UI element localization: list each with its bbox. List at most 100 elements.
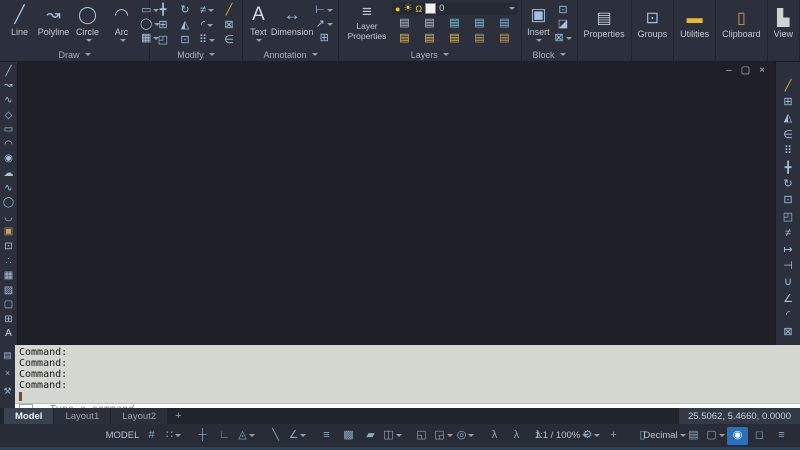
- snap-icon[interactable]: ∷: [163, 427, 184, 445]
- copy-icon[interactable]: ⊞: [776, 94, 800, 110]
- dropdown-caret-icon[interactable]: [327, 23, 333, 26]
- ortho-icon[interactable]: ∟: [214, 427, 235, 445]
- dropdown-caret-icon[interactable]: [175, 434, 181, 437]
- stretch-icon[interactable]: ◰: [158, 34, 168, 47]
- dropdown-caret-icon[interactable]: [719, 434, 725, 437]
- hatch-icon[interactable]: ▦: [0, 268, 17, 283]
- lineweight-icon[interactable]: ≡: [316, 427, 337, 445]
- dropdown-caret-icon[interactable]: [468, 434, 474, 437]
- dimension-tool-icon[interactable]: ▤: [3, 349, 12, 362]
- move-icon[interactable]: ╋: [776, 160, 800, 176]
- erase-icon[interactable]: ╱: [226, 4, 233, 17]
- close-drawing-icon[interactable]: ×: [759, 66, 765, 76]
- dropdown-caret-icon[interactable]: [447, 434, 453, 437]
- create-block-icon[interactable]: ⊡: [554, 4, 571, 17]
- panel-clipboard[interactable]: ▯ Clipboard: [716, 0, 768, 61]
- layer-unisolate-icon[interactable]: ▤: [424, 17, 434, 30]
- layer-color-swatch[interactable]: [425, 3, 436, 14]
- dropdown-caret-icon[interactable]: [256, 39, 262, 42]
- ucs-icon[interactable]: ◱: [411, 427, 432, 445]
- layer-match-icon[interactable]: ▤: [399, 32, 409, 45]
- tab-model[interactable]: Model: [4, 408, 53, 424]
- erase-icon[interactable]: ╱: [776, 78, 800, 94]
- panel-utilities[interactable]: ▬ Utilities: [674, 0, 716, 61]
- panel-label-layers[interactable]: Layers: [339, 48, 521, 61]
- explode-icon[interactable]: ⊠: [224, 19, 233, 32]
- arc-tool[interactable]: ◠ Arc: [105, 2, 138, 46]
- dropdown-caret-icon[interactable]: [249, 434, 255, 437]
- object-snap-icon[interactable]: ∠: [287, 427, 308, 445]
- scale-icon[interactable]: ⊡: [180, 34, 189, 47]
- edit-attributes-icon[interactable]: ◪: [554, 18, 571, 31]
- dynamic-ucs-icon[interactable]: ◲: [433, 427, 454, 445]
- tab-layout2[interactable]: Layout2: [111, 408, 167, 424]
- offset-icon[interactable]: ∈: [776, 127, 800, 143]
- panel-label-annotation[interactable]: Annotation: [243, 48, 338, 61]
- dropdown-caret-icon[interactable]: [86, 39, 92, 42]
- dropdown-caret-icon[interactable]: [120, 39, 126, 42]
- insert-block-button[interactable]: ▣ Insert: [525, 2, 553, 46]
- panel-properties[interactable]: ▤ Properties: [578, 0, 632, 61]
- polar-tracking-icon[interactable]: ◬: [236, 427, 257, 445]
- polygon-icon[interactable]: ◇: [0, 108, 17, 123]
- break-icon[interactable]: ⊣: [776, 258, 800, 274]
- rotate-icon[interactable]: ↻: [776, 176, 800, 192]
- display-icon[interactable]: ▢: [705, 427, 726, 445]
- rectangle-icon[interactable]: ▭: [0, 122, 17, 137]
- layer-freeze-icon[interactable]: ▤: [449, 17, 459, 30]
- selection-cycling-icon[interactable]: ◫: [382, 427, 403, 445]
- crosshair-icon[interactable]: +: [603, 427, 624, 445]
- annotation-visibility-icon[interactable]: λ: [484, 427, 505, 445]
- layer-on-bulb-icon[interactable]: ●: [395, 4, 400, 14]
- layer-dropdown[interactable]: ● ☀ Ω 0: [392, 2, 518, 15]
- ellipse-icon[interactable]: ◯: [0, 195, 17, 210]
- close-command-icon[interactable]: ×: [5, 367, 10, 380]
- polyline-tool[interactable]: ↝ Polyline: [37, 2, 70, 46]
- annotation-monitor-icon[interactable]: ◎: [455, 427, 476, 445]
- line-tool[interactable]: ╱ Line: [3, 2, 36, 46]
- scale-icon[interactable]: ⊡: [776, 193, 800, 209]
- tab-layout1[interactable]: Layout1: [54, 408, 110, 424]
- osnap-tracking-icon[interactable]: ╲: [265, 427, 286, 445]
- revision-cloud-icon[interactable]: ☁: [0, 166, 17, 181]
- annotation-scale-value[interactable]: 1:1 / 100%: [550, 427, 573, 445]
- ellipse-arc-icon[interactable]: ◡: [0, 210, 17, 225]
- dropdown-caret-icon[interactable]: [594, 434, 600, 437]
- create-block-icon[interactable]: ⊡: [0, 239, 17, 254]
- trim-icon[interactable]: ≠: [200, 4, 214, 17]
- fillet-icon[interactable]: ◜: [776, 307, 800, 323]
- dimension-tool[interactable]: ↔ Dimension: [271, 2, 314, 46]
- model-space-button[interactable]: MODEL: [112, 427, 133, 445]
- copy-icon[interactable]: ⊞: [158, 19, 167, 32]
- mirror-icon[interactable]: ◭: [776, 111, 800, 127]
- layer-make-current-icon[interactable]: ▤: [499, 17, 509, 30]
- explode-icon[interactable]: ⊠: [776, 324, 800, 340]
- line-icon[interactable]: ╱: [0, 64, 17, 79]
- dropdown-caret-icon[interactable]: [396, 434, 402, 437]
- circle-icon[interactable]: ◉: [0, 152, 17, 167]
- panel-groups[interactable]: ⊡ Groups: [632, 0, 675, 61]
- panel-label-draw[interactable]: Draw: [0, 48, 149, 61]
- join-icon[interactable]: ∪: [776, 275, 800, 291]
- layer-thaw-icon[interactable]: ▤: [474, 32, 484, 45]
- dropdown-caret-icon[interactable]: [566, 37, 572, 40]
- dropdown-caret-icon[interactable]: [207, 24, 213, 27]
- quick-view-icon[interactable]: ▤: [683, 427, 704, 445]
- customize-icon[interactable]: ≡: [771, 427, 792, 445]
- dropdown-caret-icon[interactable]: [536, 39, 542, 42]
- circle-tool[interactable]: ◯ Circle: [71, 2, 104, 46]
- annotation-autoscale-icon[interactable]: λ: [506, 427, 527, 445]
- table-icon[interactable]: ⊞: [315, 32, 333, 45]
- rotate-icon[interactable]: ↻: [180, 4, 189, 17]
- leader-icon[interactable]: ↗: [315, 18, 333, 31]
- layer-turn-on-icon[interactable]: ▤: [449, 32, 459, 45]
- grid-icon[interactable]: #: [141, 427, 162, 445]
- restore-drawing-icon[interactable]: ▢: [741, 66, 750, 76]
- add-layout-button[interactable]: +: [168, 408, 188, 424]
- layer-off-icon[interactable]: ▤: [474, 17, 484, 30]
- workspace-gear-icon[interactable]: ⚙: [581, 427, 602, 445]
- layer-previous-icon[interactable]: ▤: [424, 32, 434, 45]
- layer-unlock-icon[interactable]: Ω: [415, 4, 422, 14]
- dynamic-input-icon[interactable]: ┼: [192, 427, 213, 445]
- gradient-icon[interactable]: ▨: [0, 283, 17, 298]
